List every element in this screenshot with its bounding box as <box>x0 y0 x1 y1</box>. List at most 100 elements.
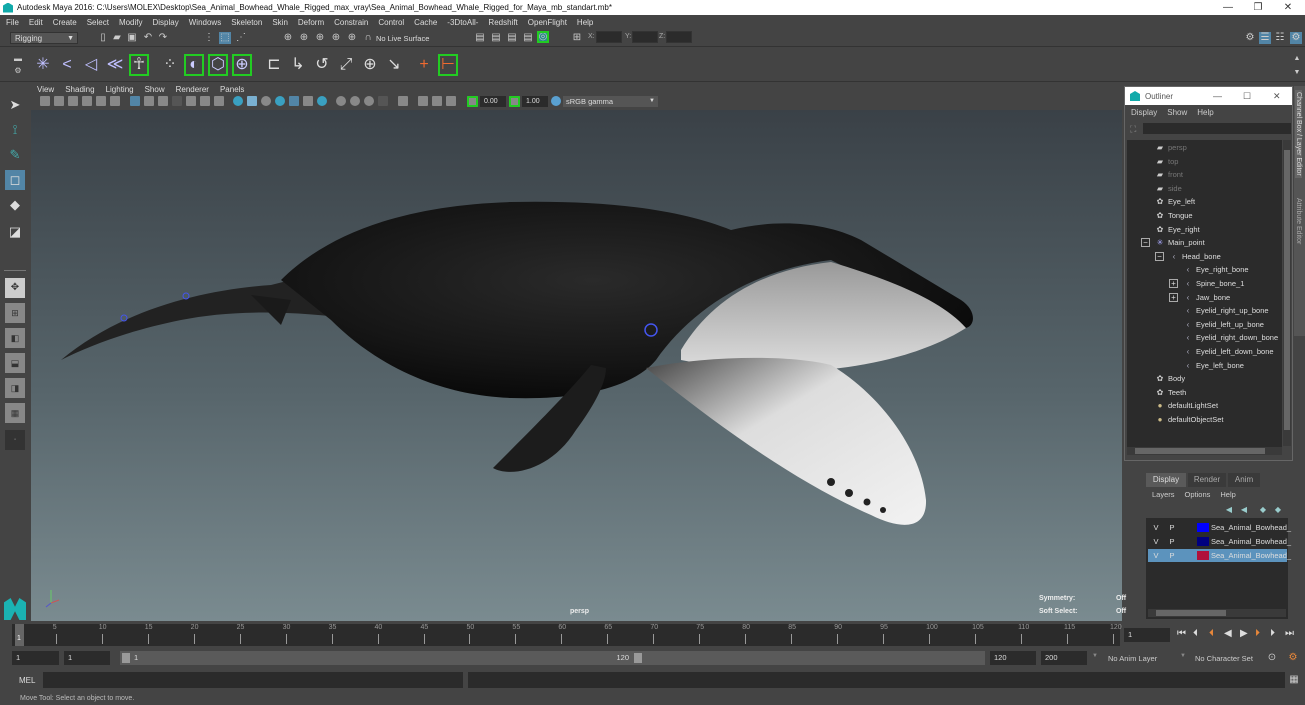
shelf-scroll-up-icon[interactable]: ▲ <box>1291 53 1303 65</box>
layer-horizontal-scrollbar[interactable] <box>1148 609 1286 617</box>
ik-handle-icon[interactable]: < <box>57 54 77 76</box>
viewport-menu-panels[interactable]: Panels <box>220 85 244 94</box>
display-layer-row[interactable]: V P Sea_Animal_Bowhead_ <box>1148 535 1291 548</box>
menu-cache[interactable]: Cache <box>414 18 437 27</box>
camera-attributes-icon[interactable] <box>54 96 64 106</box>
menu-windows[interactable]: Windows <box>189 18 221 27</box>
scrollbar-thumb[interactable] <box>1284 150 1290 430</box>
rotate-tool-icon[interactable]: ◆ <box>5 195 25 215</box>
outliner-item[interactable]: − ‹ Head_bone <box>1155 250 1221 263</box>
outliner-item[interactable]: ● defaultLightSet <box>1155 399 1218 412</box>
orient-constraint-icon[interactable]: ↺ <box>312 54 332 76</box>
single-pane-layout-icon[interactable]: ✥ <box>5 278 25 298</box>
new-layer-icon[interactable]: ◆ <box>1257 504 1269 516</box>
insert-joint-icon[interactable]: ≪ <box>105 54 125 76</box>
expand-icon[interactable]: + <box>1169 279 1178 288</box>
gate-mask-icon[interactable] <box>172 96 182 106</box>
menu-3dtoall[interactable]: -3DtoAll- <box>447 18 478 27</box>
snap-view-plane-icon[interactable]: ⊕ <box>330 32 342 44</box>
move-layer-up-icon[interactable]: ◀ <box>1223 504 1235 516</box>
play-forwards-icon[interactable]: ▶ <box>1240 628 1248 639</box>
lattice-icon[interactable]: ◐ <box>184 54 204 76</box>
graph-editor-layout-icon[interactable]: ▦ <box>5 403 25 423</box>
layer-visibility-toggle[interactable]: V <box>1150 535 1162 548</box>
range-slider-bar[interactable]: 1 120 <box>120 651 645 665</box>
outliner-item[interactable]: ● defaultObjectSet <box>1155 413 1224 426</box>
outliner-menu-help[interactable]: Help <box>1197 108 1213 117</box>
smooth-shade-icon[interactable] <box>247 96 257 106</box>
render-frame-icon[interactable]: ▤ <box>490 32 502 44</box>
go-to-end-icon[interactable]: ⏭ <box>1285 628 1294 639</box>
two-pane-side-layout-icon[interactable]: ◧ <box>5 328 25 348</box>
menu-set-dropdown[interactable]: Rigging ▼ <box>10 32 78 44</box>
layer-color-swatch[interactable] <box>1197 523 1209 532</box>
tool-settings-toggle-icon[interactable]: ☷ <box>1274 32 1286 44</box>
outliner-close-button[interactable]: ✕ <box>1273 91 1281 102</box>
outliner-item[interactable]: ▰ persp <box>1155 141 1187 154</box>
go-to-start-icon[interactable]: ⏮ <box>1177 628 1186 639</box>
save-scene-icon[interactable]: ▣ <box>126 32 138 44</box>
attribute-editor-tab[interactable]: Attribute Editor <box>1295 198 1302 244</box>
layer-playback-toggle[interactable]: P <box>1166 549 1178 562</box>
outliner-item[interactable]: ✿ Eye_right <box>1155 223 1200 236</box>
step-forward-frame-icon[interactable]: ⏵ <box>1270 628 1275 639</box>
color-management-icon[interactable] <box>551 96 561 106</box>
field-chart-icon[interactable] <box>186 96 196 106</box>
layer-tab-display[interactable]: Display <box>1146 473 1186 487</box>
use-all-lights-icon[interactable] <box>289 96 299 106</box>
humanik-icon[interactable]: ☥ <box>129 54 149 76</box>
outliner-menu-show[interactable]: Show <box>1167 108 1187 117</box>
menu-deform[interactable]: Deform <box>298 18 324 27</box>
outliner-minimize-button[interactable]: — <box>1213 91 1222 101</box>
select-camera-icon[interactable] <box>40 96 50 106</box>
menu-skeleton[interactable]: Skeleton <box>231 18 262 27</box>
layer-color-swatch[interactable] <box>1197 537 1209 546</box>
textured-icon[interactable] <box>275 96 285 106</box>
outliner-item[interactable]: ‹ Eye_right_bone <box>1183 263 1249 276</box>
playback-end-field[interactable]: 120 <box>990 651 1036 665</box>
pole-vector-constraint-icon[interactable]: ↘ <box>384 54 404 76</box>
menu-display[interactable]: Display <box>153 18 179 27</box>
paint-select-tool-icon[interactable]: ✎ <box>5 145 25 165</box>
snap-point-icon[interactable]: ⊕ <box>314 32 326 44</box>
whale-model[interactable] <box>31 110 1122 621</box>
viewport-menu-view[interactable]: View <box>37 85 54 94</box>
anim-layer-dropdown[interactable]: No Anim Layer <box>1108 654 1157 663</box>
motion-blur-icon[interactable] <box>336 96 346 106</box>
wireframe-icon[interactable] <box>233 96 243 106</box>
attribute-editor-toggle-icon[interactable]: ☰ <box>1259 32 1271 44</box>
outliner-search-input[interactable] <box>1143 123 1291 134</box>
menu-help[interactable]: Help <box>577 18 593 27</box>
step-back-key-icon[interactable]: ⏴ <box>1209 628 1214 639</box>
auto-key-icon[interactable]: ⊙ <box>1266 652 1278 664</box>
step-back-frame-icon[interactable]: ⏴ <box>1193 628 1198 639</box>
range-end-handle[interactable] <box>634 653 642 663</box>
viewport-persp[interactable]: persp Symmetry: Off Soft Select: Off <box>31 110 1126 621</box>
aim-constraint-icon[interactable]: ⊕ <box>360 54 380 76</box>
image-plane-icon[interactable] <box>82 96 92 106</box>
playback-start-field[interactable]: 1 <box>64 651 110 665</box>
menu-control[interactable]: Control <box>378 18 404 27</box>
open-scene-icon[interactable]: ▰ <box>111 32 123 44</box>
layer-menu-help[interactable]: Help <box>1220 490 1235 499</box>
locator-icon[interactable]: + <box>414 54 434 76</box>
gamma-icon[interactable] <box>509 96 520 107</box>
wireframe-on-shaded-icon[interactable] <box>261 96 271 106</box>
scrollbar-thumb[interactable] <box>1156 610 1226 616</box>
viewport-menu-lighting[interactable]: Lighting <box>106 85 134 94</box>
lasso-tool-icon[interactable]: ⟟ <box>5 120 25 140</box>
viewport-menu-show[interactable]: Show <box>145 85 165 94</box>
outliner-item[interactable]: ‹ Eyelid_left_up_bone <box>1183 318 1264 331</box>
layer-playback-toggle[interactable]: P <box>1166 521 1178 534</box>
wrap-icon[interactable]: ⬡ <box>208 54 228 76</box>
undo-icon[interactable]: ↶ <box>142 32 154 44</box>
animation-start-field[interactable]: 1 <box>12 651 59 665</box>
snap-grid-icon[interactable]: ⊕ <box>282 32 294 44</box>
chevron-down-icon[interactable]: ▼ <box>1180 653 1186 659</box>
layer-visibility-toggle[interactable]: V <box>1150 549 1162 562</box>
safe-title-icon[interactable] <box>214 96 224 106</box>
exposure-icon[interactable] <box>467 96 478 107</box>
2d-pan-zoom-icon[interactable] <box>96 96 106 106</box>
layer-menu-layers[interactable]: Layers <box>1152 490 1175 499</box>
maximize-button[interactable]: ❐ <box>1243 0 1273 15</box>
